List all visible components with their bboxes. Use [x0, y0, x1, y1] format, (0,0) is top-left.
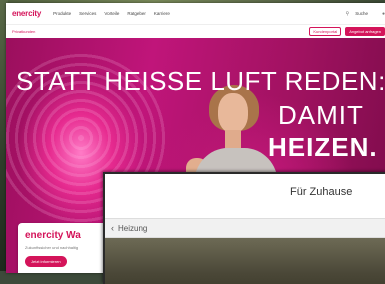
browser-window-front[interactable]: Für Zuhause ‹ Heizung: [103, 172, 385, 284]
site-subbar: Privatkunden Kundenportal Angebot anfrag…: [6, 25, 385, 38]
nav-item-produkte[interactable]: Produkte: [53, 11, 71, 16]
subbar-actions: Kundenportal Angebot anfragen: [309, 27, 385, 36]
site-logo[interactable]: enercity: [12, 9, 41, 18]
front-window-section-label: Heizung: [118, 223, 148, 233]
search-icon[interactable]: ⚲: [346, 11, 350, 17]
front-window-header: Für Zuhause: [105, 174, 385, 218]
hero-headline-line1: STATT HEISSE LUFT REDEN:: [16, 66, 385, 96]
front-window-section-bar[interactable]: ‹ Heizung: [105, 218, 385, 238]
kundenportal-button[interactable]: Kundenportal: [309, 27, 342, 36]
nav-item-ratgeber[interactable]: Ratgeber: [127, 11, 146, 16]
hero-headline-line2: DAMIT: [278, 100, 364, 130]
nav-item-vorteile[interactable]: Vorteile: [104, 11, 119, 16]
hero-headline-line3: HEIZEN.: [268, 132, 378, 162]
nav-right-group: ⚲ Suche ●: [346, 11, 385, 17]
hero-person-face: [218, 93, 248, 133]
nav-search-label[interactable]: Suche: [355, 11, 368, 16]
angebot-button[interactable]: Angebot anfragen: [345, 27, 385, 36]
site-navbar: enercity Produkte Services Vorteile Ratg…: [6, 3, 385, 25]
breadcrumb[interactable]: Privatkunden: [12, 29, 35, 34]
nav-item-services[interactable]: Services: [79, 11, 96, 16]
promo-card-button[interactable]: Jetzt informieren: [25, 256, 67, 267]
nav-item-karriere[interactable]: Karriere: [154, 11, 170, 16]
chevron-left-icon[interactable]: ‹: [111, 223, 114, 233]
front-window-title[interactable]: Für Zuhause: [290, 186, 352, 198]
front-window-image: [105, 238, 385, 284]
